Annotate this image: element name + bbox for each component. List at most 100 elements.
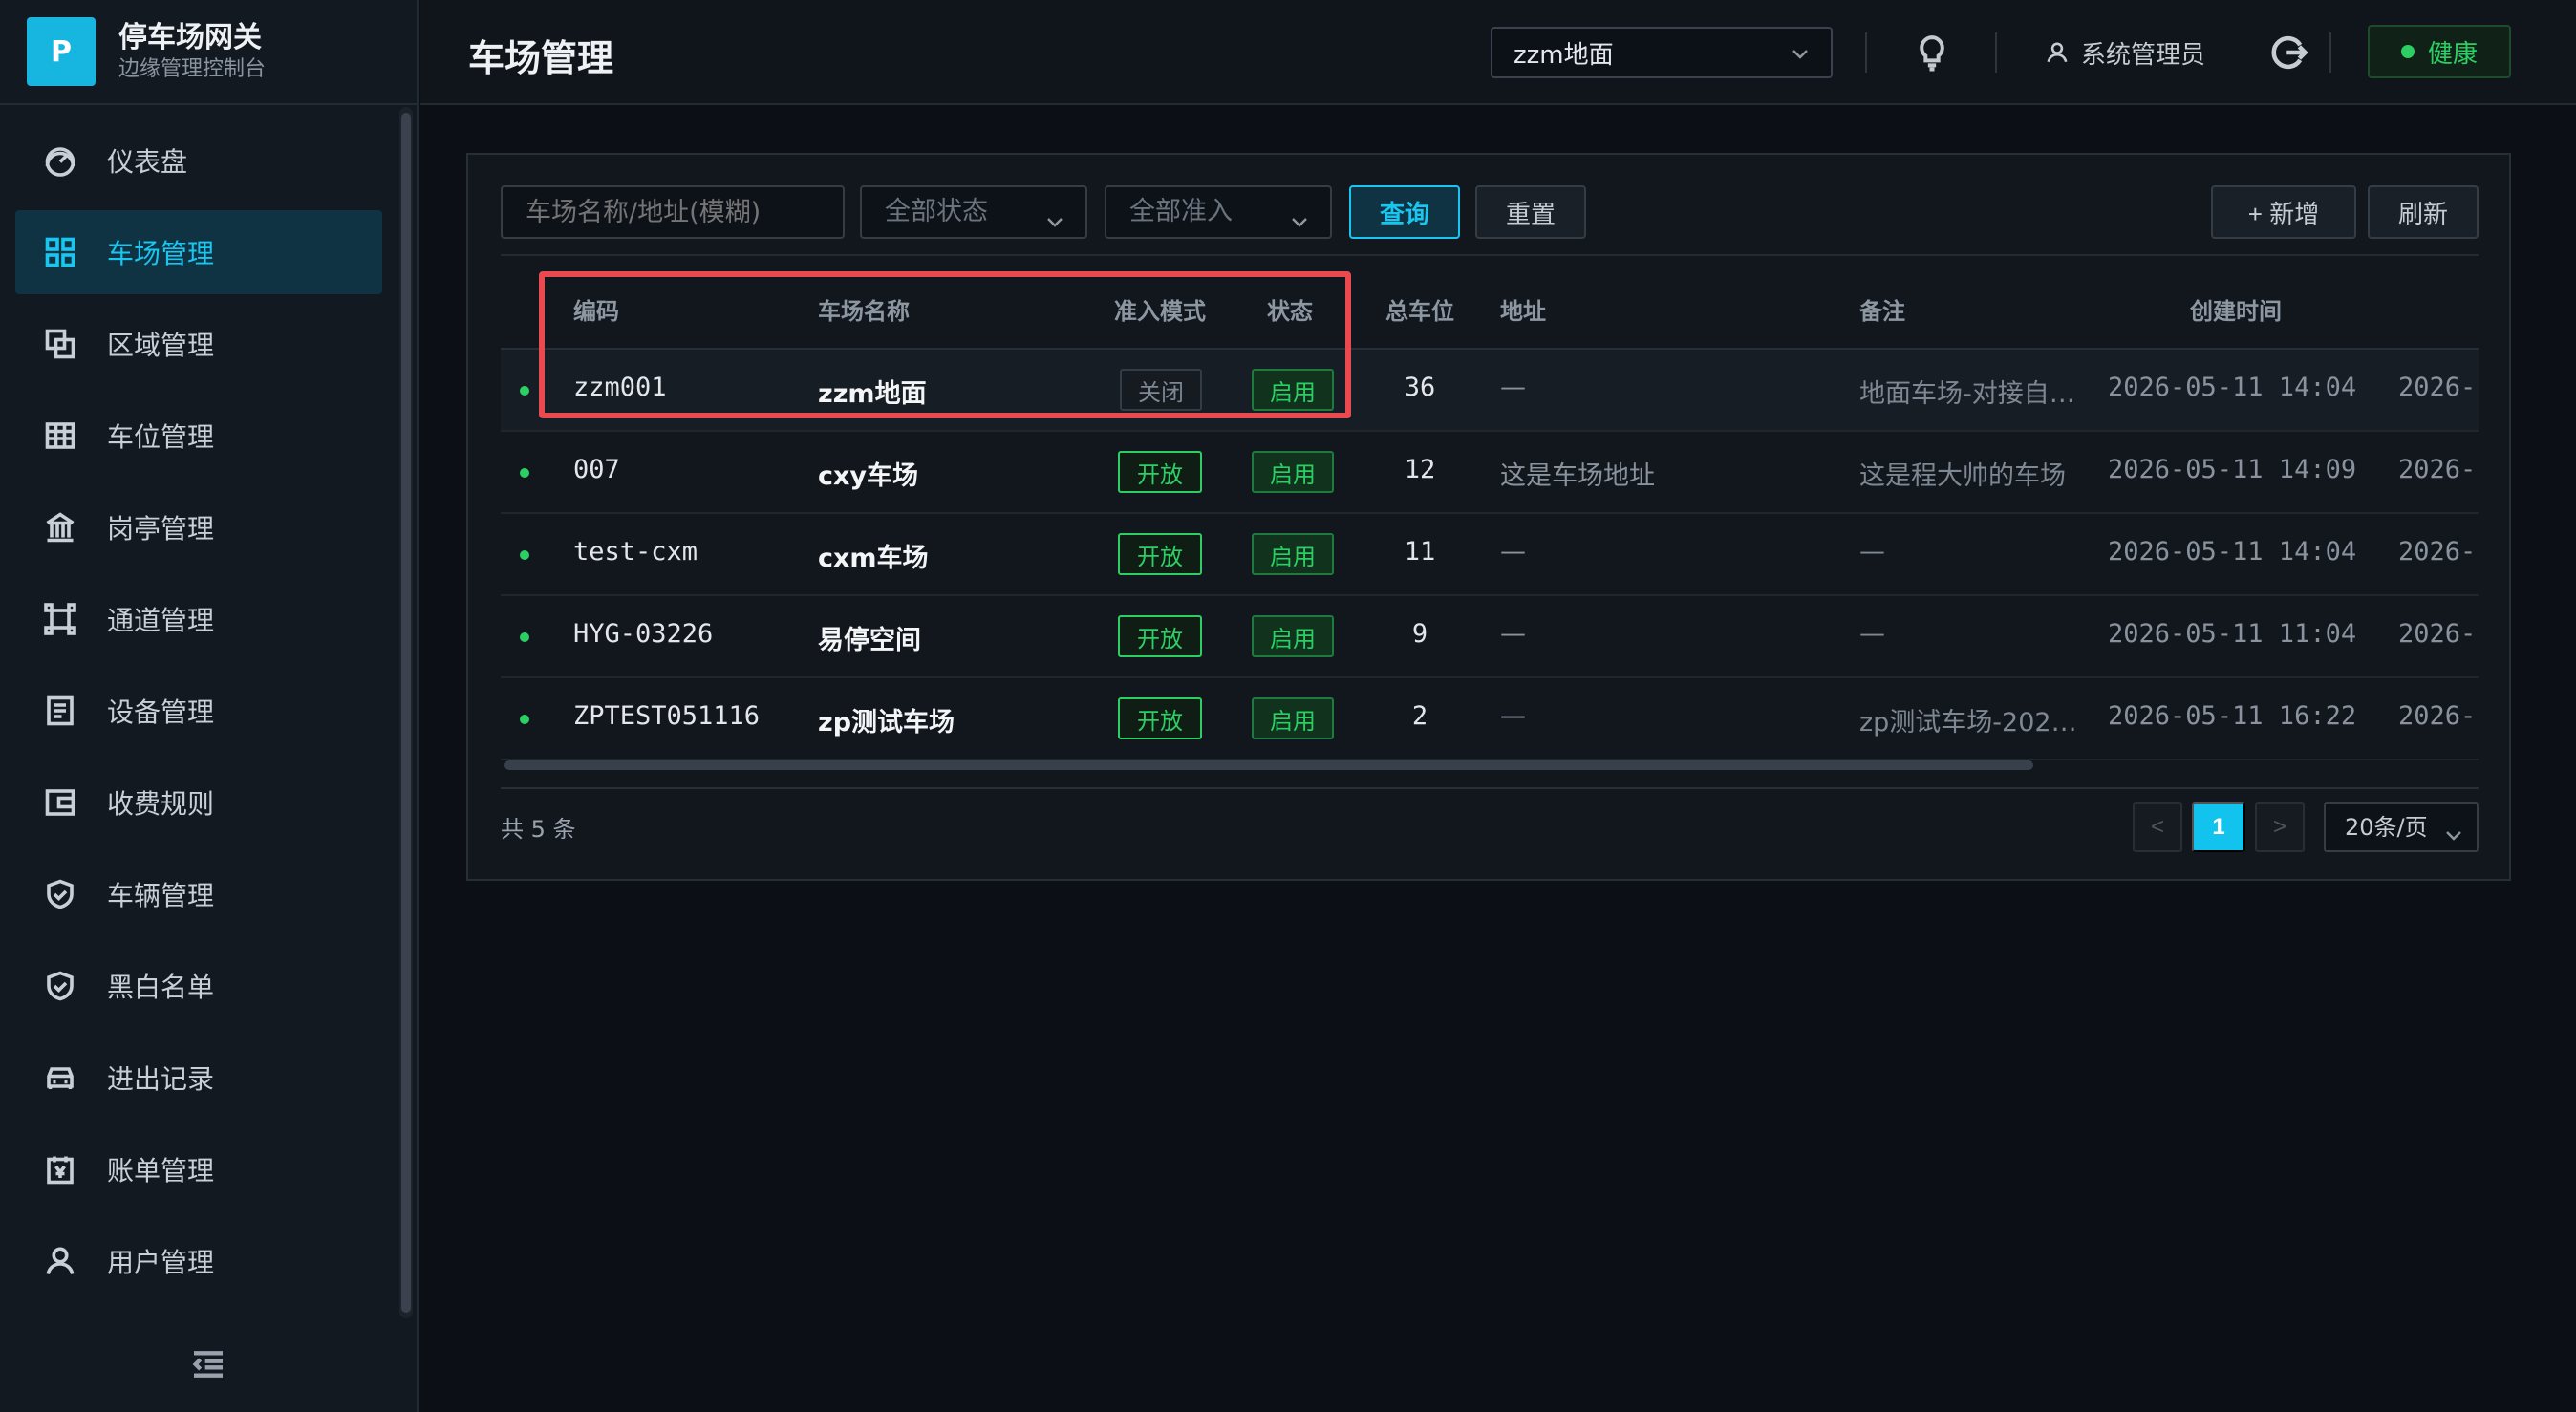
cell-address: — bbox=[1500, 373, 1526, 402]
sidebar-item-label: 账单管理 bbox=[107, 1155, 215, 1187]
table-row[interactable]: test-cxm cxm车场 开放 启用 11 — — 2026-05-11 1… bbox=[501, 514, 2479, 596]
table-row[interactable]: 007 cxy车场 开放 启用 12 这是车场地址 这是程大帅的车场 2026-… bbox=[501, 432, 2479, 514]
channel-icon bbox=[42, 601, 78, 637]
status-filter-select[interactable]: 全部状态 bbox=[860, 185, 1087, 239]
layers-icon bbox=[42, 326, 78, 362]
table-row[interactable]: ZPTEST051116 zp测试车场 开放 启用 2 — zp测试车场-202… bbox=[501, 678, 2479, 760]
chevron-down-icon bbox=[2442, 816, 2465, 841]
total-count: 共 5 条 bbox=[501, 816, 576, 843]
status-filter-value: 全部状态 bbox=[885, 197, 988, 226]
prev-page-button[interactable]: < bbox=[2133, 802, 2182, 852]
cell-total: 2 bbox=[1411, 701, 1428, 731]
add-lot-button[interactable]: + 新增 bbox=[2211, 185, 2356, 239]
cell-updated: 2026- bbox=[2398, 619, 2477, 649]
cell-created: 2026-05-11 11:04 bbox=[2108, 619, 2357, 649]
column-header-note[interactable]: 备注 bbox=[1859, 292, 1905, 326]
cell-note: 这是程大帅的车场 bbox=[1859, 461, 2066, 491]
table-row[interactable]: HYG-03226 易停空间 开放 启用 9 — — 2026-05-11 11… bbox=[501, 596, 2479, 678]
cell-note: 地面车场-对接自… bbox=[1859, 379, 2075, 409]
column-header-total[interactable]: 总车位 bbox=[1385, 292, 1454, 326]
refresh-button[interactable]: 刷新 bbox=[2368, 185, 2479, 239]
cell-address: — bbox=[1500, 537, 1526, 567]
chevron-down-icon bbox=[1043, 201, 1066, 227]
access-mode-badge: 开放 bbox=[1118, 533, 1202, 575]
access-filter-select[interactable]: 全部准入 bbox=[1105, 185, 1332, 239]
sidebar-item-fee-rules[interactable]: 收费规则 bbox=[15, 760, 382, 845]
lightbulb-icon[interactable] bbox=[1913, 32, 1951, 73]
sidebar-item-vehicle-management[interactable]: 车辆管理 bbox=[15, 852, 382, 936]
query-button[interactable]: 查询 bbox=[1349, 185, 1460, 239]
cell-total: 36 bbox=[1404, 373, 1436, 402]
cell-code: ZPTEST051116 bbox=[573, 701, 761, 731]
cell-code: HYG-03226 bbox=[573, 619, 714, 649]
lot-selector[interactable]: zzm地面 bbox=[1491, 27, 1833, 78]
cell-updated: 2026- bbox=[2398, 373, 2477, 402]
chevron-down-icon bbox=[1288, 201, 1311, 227]
access-mode-badge: 开放 bbox=[1118, 615, 1202, 657]
cell-address: — bbox=[1500, 619, 1526, 649]
cell-name: cxm车场 bbox=[818, 544, 929, 573]
sidebar-item-label: 区域管理 bbox=[107, 330, 215, 361]
sidebar-item-bill-management[interactable]: 账单管理 bbox=[15, 1127, 382, 1211]
page-size-select[interactable]: 20条/页 bbox=[2324, 802, 2479, 852]
sidebar-item-channel-management[interactable]: 通道管理 bbox=[15, 577, 382, 661]
sidebar-item-label: 黑白名单 bbox=[107, 972, 215, 1003]
chevron-down-icon bbox=[1789, 42, 1812, 65]
logout-icon[interactable] bbox=[2268, 32, 2308, 73]
cell-name: 易停空间 bbox=[818, 626, 921, 655]
sidebar-scrollbar-thumb[interactable] bbox=[401, 113, 411, 1313]
sidebar-item-entry-exit-records[interactable]: 进出记录 bbox=[15, 1036, 382, 1120]
search-input[interactable] bbox=[501, 185, 845, 239]
sidebar-item-user-management[interactable]: 用户管理 bbox=[15, 1219, 382, 1303]
sidebar-item-label: 车场管理 bbox=[107, 238, 215, 269]
divider bbox=[501, 254, 2479, 256]
page-size-value: 20条/页 bbox=[2345, 814, 2428, 841]
status-badge: 启用 bbox=[1252, 533, 1334, 575]
collapse-sidebar-icon[interactable] bbox=[189, 1345, 227, 1383]
status-dot-icon bbox=[2400, 45, 2415, 58]
column-header-address[interactable]: 地址 bbox=[1500, 292, 1546, 326]
table-icon bbox=[42, 417, 78, 454]
cell-created: 2026-05-11 14:04 bbox=[2108, 373, 2357, 402]
status-badge: 启用 bbox=[1252, 451, 1334, 493]
sidebar-item-space-management[interactable]: 车位管理 bbox=[15, 394, 382, 478]
cell-total: 11 bbox=[1404, 537, 1436, 567]
sidebar-item-device-management[interactable]: 设备管理 bbox=[15, 669, 382, 753]
sidebar-item-label: 设备管理 bbox=[107, 696, 215, 728]
sidebar-item-dashboard[interactable]: 仪表盘 bbox=[15, 118, 382, 203]
sidebar-item-lot-management[interactable]: 车场管理 bbox=[15, 210, 382, 294]
status-badge: 启用 bbox=[1252, 697, 1334, 739]
wallet-icon bbox=[42, 784, 78, 821]
cell-address: 这是车场地址 bbox=[1500, 461, 1655, 491]
app-title: 停车场网关 bbox=[118, 21, 262, 54]
lot-selector-value: zzm地面 bbox=[1513, 40, 1614, 70]
cell-created: 2026-05-11 14:04 bbox=[2108, 537, 2357, 567]
user-icon bbox=[2047, 42, 2068, 63]
page-1-button[interactable]: 1 bbox=[2192, 802, 2245, 852]
column-header-created[interactable]: 创建时间 bbox=[2190, 292, 2282, 326]
building-icon bbox=[42, 509, 78, 546]
divider bbox=[501, 787, 2479, 789]
health-status-badge: 健康 bbox=[2368, 25, 2511, 78]
cell-note: — bbox=[1859, 619, 1885, 649]
cell-note: zp测试车场-202… bbox=[1859, 708, 2077, 738]
grid-icon bbox=[42, 234, 78, 270]
divider bbox=[2329, 32, 2331, 73]
online-dot-icon bbox=[520, 715, 529, 724]
user-menu[interactable]: 系统管理员 bbox=[2045, 32, 2205, 73]
access-filter-value: 全部准入 bbox=[1129, 197, 1233, 226]
sidebar-item-area-management[interactable]: 区域管理 bbox=[15, 302, 382, 386]
sidebar-item-booth-management[interactable]: 岗亭管理 bbox=[15, 485, 382, 569]
user-icon bbox=[42, 1243, 78, 1279]
sidebar: P 停车场网关 边缘管理控制台 仪表盘 车场管理 区域管理 车位管理 岗亭管理 bbox=[0, 0, 419, 1412]
next-page-button[interactable]: > bbox=[2255, 802, 2305, 852]
reset-button[interactable]: 重置 bbox=[1475, 185, 1586, 239]
sidebar-item-black-white-list[interactable]: 黑白名单 bbox=[15, 944, 382, 1028]
table-horizontal-scrollbar[interactable] bbox=[504, 760, 2033, 770]
cell-total: 9 bbox=[1411, 619, 1428, 649]
car-icon bbox=[42, 1059, 78, 1096]
sidebar-item-label: 进出记录 bbox=[107, 1063, 215, 1095]
online-dot-icon bbox=[520, 550, 529, 560]
shield-icon bbox=[42, 876, 78, 912]
shield-check-icon bbox=[42, 968, 78, 1004]
